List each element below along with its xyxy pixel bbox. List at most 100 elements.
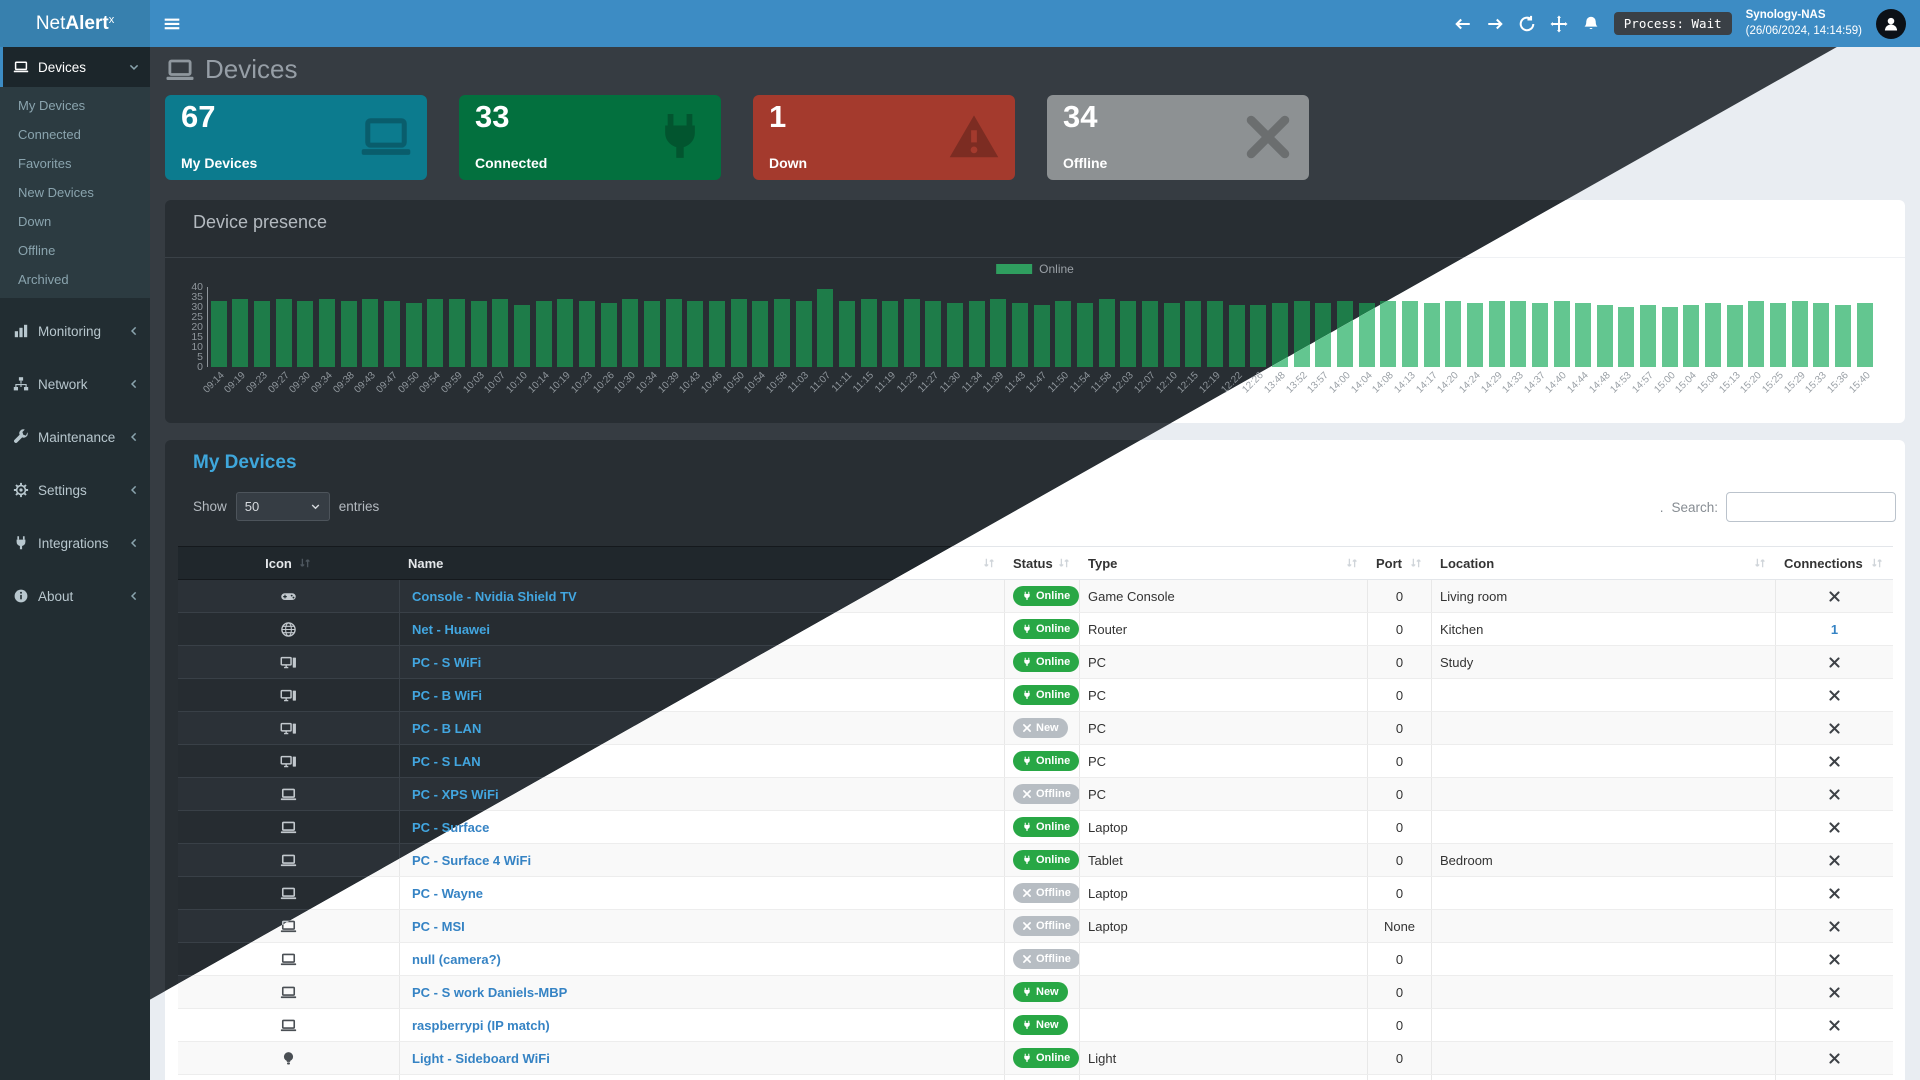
device-location — [1432, 679, 1776, 711]
table-row: PC - S work Daniels-MBP New 0 — [178, 976, 1893, 1009]
sort-icon — [1870, 556, 1884, 570]
column-header-location[interactable]: Location — [1432, 547, 1776, 579]
x-axis-tick: 11:27 — [916, 370, 941, 395]
connections-link[interactable]: 1 — [1831, 622, 1838, 637]
x-axis-tick: 09:54 — [418, 370, 443, 395]
user-avatar[interactable] — [1876, 9, 1906, 39]
device-name-link[interactable]: PC - Surface 4 WiFi — [400, 844, 1005, 876]
chart-bar: 10:19 — [555, 287, 577, 367]
stat-card-my-devices[interactable]: 67 My Devices — [165, 95, 427, 180]
laptop-icon — [13, 59, 29, 75]
column-header-icon[interactable]: Icon — [178, 547, 400, 579]
column-header-type[interactable]: Type — [1080, 547, 1368, 579]
chart-bar: 09:54 — [425, 287, 447, 367]
nav-back-icon[interactable] — [1454, 15, 1472, 33]
column-header-connections[interactable]: Connections — [1776, 547, 1893, 579]
x-icon — [1828, 1019, 1841, 1032]
column-header-port[interactable]: Port — [1368, 547, 1432, 579]
device-location: Living room — [1432, 580, 1776, 612]
x-axis-tick: 10:46 — [699, 370, 724, 395]
sidebar-item-about[interactable]: About — [0, 576, 150, 616]
x-axis-tick: 10:39 — [656, 370, 681, 395]
x-axis-tick: 11:50 — [1046, 370, 1071, 395]
chart-bar: 10:39 — [663, 287, 685, 367]
chart-bar: 12:07 — [1139, 287, 1161, 367]
sidebar-item-network[interactable]: Network — [0, 364, 150, 404]
chart-bar: 14:13 — [1399, 287, 1421, 367]
legend-swatch-online — [996, 264, 1032, 274]
plug-icon — [1022, 624, 1032, 634]
device-name-link[interactable]: PC - Wayne — [400, 877, 1005, 909]
app-logo: NetAlertx — [0, 0, 150, 47]
device-name-link[interactable]: Light - bedside B WiFi — [400, 1075, 1005, 1080]
sort-icon — [1345, 556, 1359, 570]
x-axis-tick: 14:53 — [1609, 370, 1634, 395]
device-name-link[interactable]: PC - S work Daniels-MBP — [400, 976, 1005, 1008]
device-type: PC — [1080, 712, 1368, 744]
x-axis-tick: 11:39 — [981, 370, 1006, 395]
refresh-icon[interactable] — [1518, 15, 1536, 33]
sidebar-toggle-button[interactable] — [150, 0, 194, 47]
sort-icon — [982, 556, 996, 570]
sidebar-item-integrations[interactable]: Integrations — [0, 523, 150, 563]
x-axis-tick: 11:58 — [1090, 370, 1115, 395]
device-name-link[interactable]: raspberrypi (IP match) — [400, 1009, 1005, 1041]
sidebar-subitem[interactable]: Offline — [0, 236, 150, 265]
chart-bar: 10:03 — [468, 287, 490, 367]
x-axis-tick: 11:30 — [938, 370, 963, 395]
chart-bar: 14:44 — [1572, 287, 1594, 367]
chart-bar: 13:48 — [1269, 287, 1291, 367]
chart-bar: 10:50 — [728, 287, 750, 367]
nav-forward-icon[interactable] — [1486, 15, 1504, 33]
x-icon — [1022, 789, 1032, 799]
chart-bar: 11:03 — [793, 287, 815, 367]
x-axis-tick: 10:14 — [526, 370, 551, 395]
sidebar-item-maintenance[interactable]: Maintenance — [0, 417, 150, 457]
sidebar-subitem[interactable]: Connected — [0, 120, 150, 149]
search-input[interactable] — [1726, 492, 1896, 522]
x-axis-tick: 10:30 — [613, 370, 638, 395]
device-port: None — [1368, 910, 1432, 942]
x-axis-tick: 09:23 — [244, 370, 269, 395]
sidebar-subitem[interactable]: Down — [0, 207, 150, 236]
chart-bar: 14:33 — [1507, 287, 1529, 367]
sidebar-subitem[interactable]: Favorites — [0, 149, 150, 178]
x-axis-tick: 15:00 — [1652, 370, 1677, 395]
device-name-link[interactable]: PC - Surface — [400, 811, 1005, 843]
x-icon — [1828, 920, 1841, 933]
sidebar-subitem[interactable]: My Devices — [0, 91, 150, 120]
chart-bar: 15:29 — [1789, 287, 1811, 367]
stat-label: Offline — [1063, 155, 1107, 171]
gear-icon — [13, 482, 29, 498]
x-icon — [1828, 590, 1841, 603]
x-axis-tick: 11:54 — [1068, 370, 1093, 395]
device-type: Laptop — [1080, 811, 1368, 843]
sidebar-item-devices[interactable]: Devices — [0, 47, 150, 87]
sidebar-item-settings[interactable]: Settings — [0, 470, 150, 510]
sidebar-item-monitoring[interactable]: Monitoring — [0, 311, 150, 351]
device-type: Tablet — [1080, 844, 1368, 876]
stat-value: 33 — [475, 99, 509, 135]
stat-card-connected[interactable]: 33 Connected — [459, 95, 721, 180]
chart-bar: 09:47 — [381, 287, 403, 367]
stat-card-offline[interactable]: 34 Offline — [1047, 95, 1309, 180]
sidebar-subitem[interactable]: New Devices — [0, 178, 150, 207]
x-axis-tick: 09:27 — [266, 370, 291, 395]
entries-per-page-select[interactable]: 50 — [236, 492, 330, 521]
stat-card-down[interactable]: 1 Down — [753, 95, 1015, 180]
move-icon[interactable] — [1550, 15, 1568, 33]
device-name-link[interactable]: Light - Sideboard WiFi — [400, 1042, 1005, 1074]
device-port: 0 — [1368, 976, 1432, 1008]
chart-bar: 11:23 — [901, 287, 923, 367]
sidebar-subitem[interactable]: Archived — [0, 265, 150, 294]
bell-icon[interactable] — [1582, 15, 1600, 33]
table-row: null (camera?) Offline 0 — [178, 943, 1893, 976]
device-name-link[interactable]: PC - MSI — [400, 910, 1005, 942]
device-port: 0 — [1368, 613, 1432, 645]
device-name-link[interactable]: null (camera?) — [400, 943, 1005, 975]
column-header-status[interactable]: Status — [1005, 547, 1080, 579]
status-badge: Online — [1013, 586, 1079, 606]
device-port: 0 — [1368, 1075, 1432, 1080]
laptop-icon — [280, 852, 297, 869]
x-axis-tick: 14:40 — [1544, 370, 1569, 395]
